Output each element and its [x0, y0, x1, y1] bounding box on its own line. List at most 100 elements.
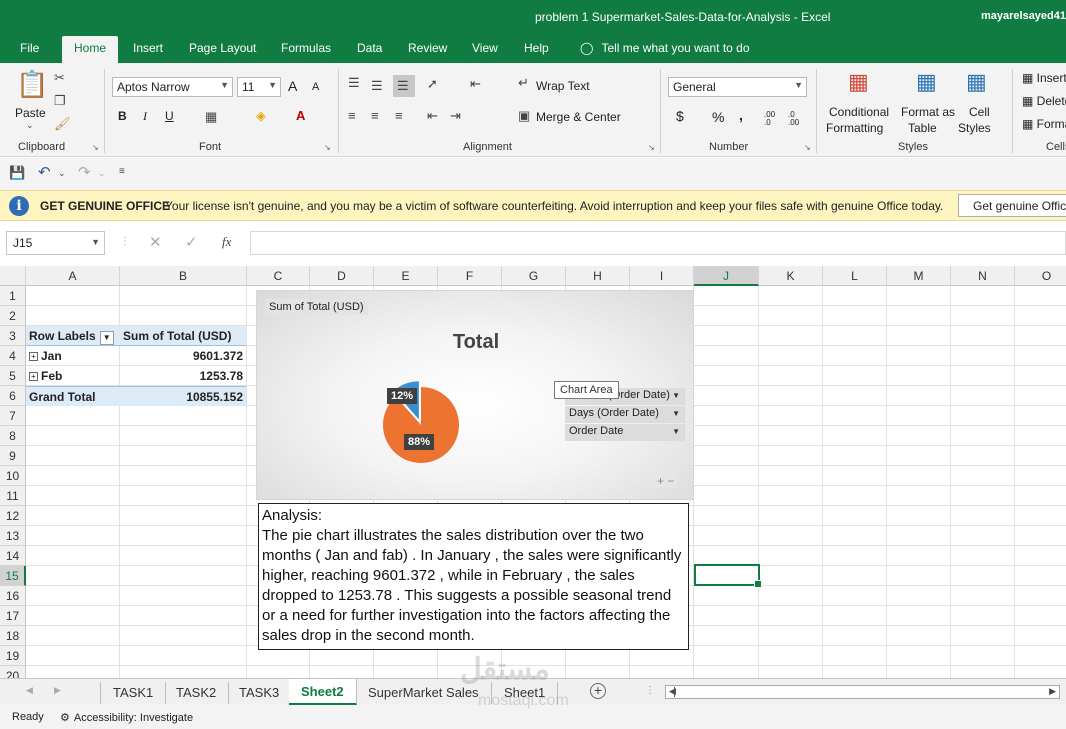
column-header-k[interactable]: K [759, 266, 823, 286]
row-header-20[interactable]: 20 [0, 666, 26, 678]
conditional-formatting-icon[interactable]: ▦ [848, 71, 869, 93]
format-cells-button[interactable]: ▦ Format [1022, 117, 1066, 131]
tab-review[interactable]: Review [408, 41, 447, 55]
align-middle-icon[interactable]: ☰ [371, 79, 383, 92]
row-header-11[interactable]: 11 [0, 486, 26, 506]
align-left-icon[interactable]: ≡ [348, 109, 356, 122]
row-header-12[interactable]: 12 [0, 506, 26, 526]
insert-cells-button[interactable]: ▦ Insert [1022, 71, 1066, 85]
align-right-icon[interactable]: ≡ [395, 109, 403, 122]
grow-font-button[interactable]: A [288, 78, 297, 94]
number-launcher-icon[interactable]: ↘ [804, 143, 811, 152]
user-name[interactable]: mayarelsayed41 [981, 10, 1066, 22]
legend-field-days[interactable]: Days (Order Date) ▼ [565, 406, 685, 423]
pivot-value-jan[interactable]: 9601.372 [120, 346, 246, 366]
font-launcher-icon[interactable]: ↘ [324, 143, 331, 152]
column-header-m[interactable]: M [887, 266, 951, 286]
name-box[interactable]: J15 ▼ [6, 231, 105, 255]
analysis-text-box[interactable]: Analysis: The pie chart illustrates the s… [258, 503, 689, 650]
row-header-8[interactable]: 8 [0, 426, 26, 446]
data-label-feb[interactable]: 12% [387, 388, 418, 404]
row-header-2[interactable]: 2 [0, 306, 26, 326]
merge-center-button[interactable]: Merge & Center [536, 110, 621, 124]
underline-button[interactable]: U [165, 109, 174, 123]
tell-me-search[interactable]: ◯ Tell me what you want to do [580, 41, 750, 55]
pivot-grand-total-label[interactable]: Grand Total [26, 386, 120, 406]
tab-insert[interactable]: Insert [133, 41, 163, 55]
increase-decimal-button[interactable]: .00 .0 [764, 111, 782, 127]
active-cell-j15[interactable] [694, 564, 762, 588]
decrease-indent-icon[interactable]: ⇤ [427, 109, 438, 122]
copy-icon[interactable]: ❐ [54, 94, 66, 107]
column-header-g[interactable]: G [502, 266, 566, 286]
tab-data[interactable]: Data [357, 41, 382, 55]
row-header-19[interactable]: 19 [0, 646, 26, 666]
redo-icon[interactable]: ↷ [78, 165, 91, 180]
borders-icon[interactable]: ▦ [205, 110, 217, 123]
comma-style-button[interactable]: , [739, 107, 743, 123]
save-icon[interactable]: 💾 [9, 166, 25, 179]
sheet-tab-task3[interactable]: TASK3 [227, 682, 293, 704]
row-header-1[interactable]: 1 [0, 286, 26, 306]
cut-icon[interactable]: ✂ [54, 71, 65, 84]
orientation-icon[interactable]: ➚ [427, 77, 438, 90]
scroll-right-arrow-icon[interactable]: ▶ [1049, 687, 1056, 696]
tab-file[interactable]: File [20, 41, 39, 55]
row-header-16[interactable]: 16 [0, 586, 26, 606]
pivot-row-jan[interactable]: + Jan [26, 346, 120, 366]
chevron-down-icon[interactable]: ⌄ [26, 121, 34, 130]
scrollbar-thumb[interactable] [674, 687, 675, 697]
chart-value-field-button[interactable]: Sum of Total (USD) [265, 299, 368, 315]
paste-button[interactable]: Paste [15, 106, 46, 120]
scroll-left-icon[interactable]: ◀ [26, 686, 33, 695]
shrink-font-button[interactable]: A [312, 81, 319, 93]
column-header-a[interactable]: A [26, 266, 120, 286]
column-header-c[interactable]: C [247, 266, 310, 286]
row-header-5[interactable]: 5 [0, 366, 26, 386]
row-header-4[interactable]: 4 [0, 346, 26, 366]
horizontal-scrollbar[interactable]: ◀ ▶ [665, 685, 1060, 699]
paste-icon[interactable]: 📋 [16, 71, 48, 97]
formula-input[interactable] [250, 231, 1066, 255]
column-header-i[interactable]: I [630, 266, 694, 286]
decrease-decimal-button[interactable]: .0 .00 [788, 111, 806, 127]
alignment-launcher-icon[interactable]: ↘ [648, 143, 655, 152]
cell-styles-icon[interactable]: ▦ [966, 71, 987, 93]
enter-icon[interactable]: ✓ [185, 235, 198, 250]
sheet-tab-sheet2[interactable]: Sheet2 [289, 679, 357, 705]
sheet-tab-task2[interactable]: TASK2 [164, 682, 230, 704]
row-header-13[interactable]: 13 [0, 526, 26, 546]
align-bottom-icon[interactable]: ☰ [393, 75, 415, 97]
expand-icon[interactable]: + [29, 352, 38, 361]
wrap-text-button[interactable]: Wrap Text [536, 79, 590, 93]
text-direction-icon[interactable]: ⇤ [470, 77, 481, 90]
get-genuine-office-button[interactable]: Get genuine Office [958, 194, 1066, 217]
chart-title[interactable]: Total [257, 331, 695, 354]
row-header-14[interactable]: 14 [0, 546, 26, 566]
number-format-select[interactable]: General ▼ [668, 77, 807, 97]
row-header-6[interactable]: 6 [0, 386, 26, 406]
row-header-7[interactable]: 7 [0, 406, 26, 426]
insert-function-icon[interactable]: fx [222, 235, 231, 248]
pivot-row-labels-header[interactable]: Row Labels ▼ [26, 326, 120, 346]
row-header-3[interactable]: 3 [0, 326, 26, 346]
scroll-right-icon[interactable]: ▶ [54, 686, 61, 695]
italic-button[interactable]: I [143, 109, 147, 124]
row-header-18[interactable]: 18 [0, 626, 26, 646]
pivot-value-header[interactable]: Sum of Total (USD) [120, 326, 246, 346]
pivot-grand-total-value[interactable]: 10855.152 [120, 386, 246, 406]
column-header-l[interactable]: L [823, 266, 887, 286]
tab-home[interactable]: Home [62, 36, 119, 63]
row-header-9[interactable]: 9 [0, 446, 26, 466]
increase-indent-icon[interactable]: ⇥ [450, 109, 461, 122]
pivot-row-feb[interactable]: + Feb [26, 366, 120, 386]
legend-field-order-date[interactable]: Order Date ▼ [565, 424, 685, 441]
align-center-icon[interactable]: ≡ [371, 109, 379, 122]
clipboard-launcher-icon[interactable]: ↘ [92, 143, 99, 152]
undo-icon[interactable]: ↶ [38, 165, 51, 180]
fill-color-icon[interactable]: ◈ [256, 109, 266, 122]
column-header-n[interactable]: N [951, 266, 1015, 286]
bold-button[interactable]: B [118, 109, 127, 123]
worksheet-grid[interactable]: A B C D E F G H I J K L M N O 1 2 3 4 5 … [0, 266, 1066, 678]
tab-formulas[interactable]: Formulas [281, 41, 331, 55]
